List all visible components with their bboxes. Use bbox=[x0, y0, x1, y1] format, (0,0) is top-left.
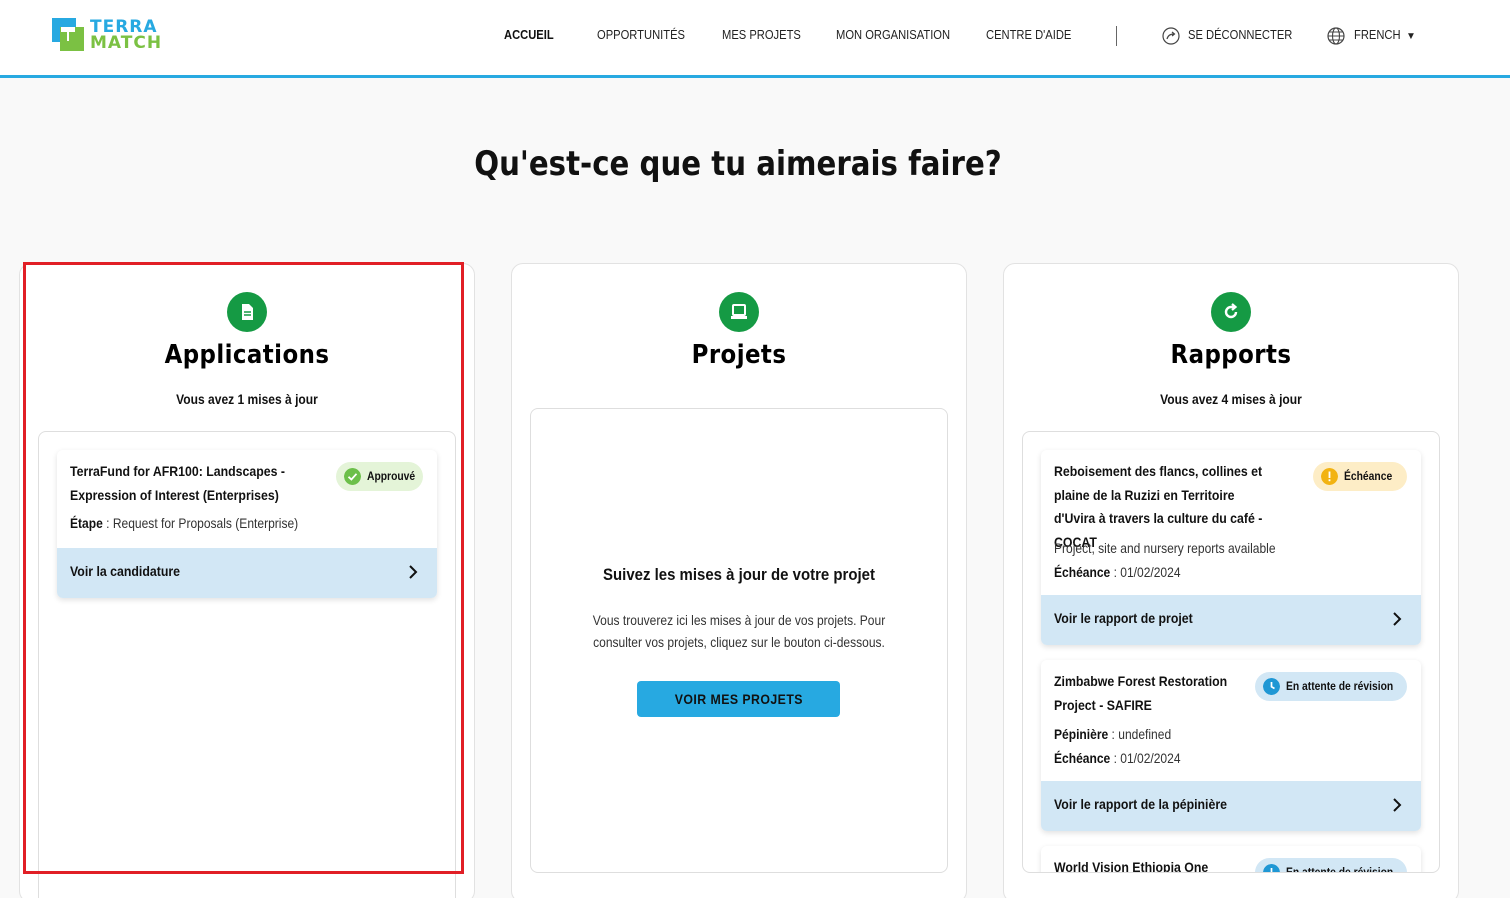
reports-title: Rapports bbox=[1170, 340, 1292, 370]
status-badge: En attente de révision bbox=[1255, 858, 1407, 873]
chevron-right-icon bbox=[409, 565, 418, 579]
due-value: 01/02/2024 bbox=[1120, 564, 1181, 580]
status-badge: Approuvé bbox=[335, 462, 423, 491]
clock-icon bbox=[1263, 864, 1280, 872]
status-badge: En attente de révision bbox=[1255, 672, 1407, 701]
projects-title: Projets bbox=[691, 340, 787, 370]
view-my-projects-button[interactable]: VOIR MES PROJETS bbox=[637, 681, 840, 717]
view-application-button[interactable]: Voir la candidature bbox=[57, 548, 437, 598]
nav-my-projects[interactable]: MES PROJETS bbox=[722, 27, 801, 42]
globe-icon[interactable] bbox=[1327, 27, 1345, 45]
check-circle-icon bbox=[343, 468, 361, 485]
reports-list: Reboisement des flancs, collines et plai… bbox=[1022, 431, 1440, 873]
report-item: Reboisement des flancs, collines et plai… bbox=[1041, 450, 1421, 645]
view-application-label: Voir la candidature bbox=[70, 563, 180, 579]
view-my-projects-label: VOIR MES PROJETS bbox=[674, 691, 803, 707]
stage-label: Étape bbox=[70, 515, 103, 531]
projects-box-title: Suivez les mises à jour de votre projet bbox=[603, 565, 875, 584]
status-badge: Échéance bbox=[1313, 462, 1407, 491]
status-badge-label: Échéance bbox=[1344, 469, 1393, 483]
report-description: Project, site and nursery reports availa… bbox=[1054, 540, 1276, 556]
projects-box-text: Vous trouverez ici les mises à jour de v… bbox=[592, 612, 886, 650]
reports-card: Rapports Vous avez 4 mises à jour Rebois… bbox=[1003, 263, 1459, 898]
top-header: TERRA MATCH ACCUEIL OPPORTUNITÉS MES PRO… bbox=[0, 0, 1510, 78]
report-due-date: Échéance : 01/02/2024 bbox=[1054, 564, 1181, 580]
stage-value: Request for Proposals (Enterprise) bbox=[112, 515, 299, 531]
chevron-right-icon bbox=[1393, 798, 1402, 812]
chevron-right-icon bbox=[1393, 612, 1402, 626]
chevron-down-icon[interactable]: ▼ bbox=[1406, 31, 1416, 42]
status-badge-label: En attente de révision bbox=[1286, 679, 1394, 693]
nav-home[interactable]: ACCUEIL bbox=[504, 27, 554, 42]
application-item: TerraFund for AFR100: Landscapes - Expre… bbox=[57, 450, 437, 598]
applications-card: Applications Vous avez 1 mises à jour Te… bbox=[19, 263, 475, 898]
report-due-date: Échéance : 01/02/2024 bbox=[1054, 750, 1181, 766]
language-select[interactable]: FRENCH bbox=[1354, 27, 1401, 42]
view-project-report-label: Voir le rapport de projet bbox=[1054, 610, 1193, 626]
nursery-value: undefined bbox=[1118, 726, 1172, 742]
view-project-report-button[interactable]: Voir le rapport de projet bbox=[1041, 595, 1421, 645]
logout-icon[interactable] bbox=[1162, 27, 1180, 45]
view-nursery-report-button[interactable]: Voir le rapport de la pépinière bbox=[1041, 781, 1421, 831]
status-badge-label: En attente de révision bbox=[1286, 865, 1394, 873]
document-icon bbox=[227, 292, 267, 332]
page-title: Qu'est-ce que tu aimerais faire? bbox=[474, 144, 1002, 184]
report-title: World Vision Ethiopia One Tree bbox=[1054, 859, 1209, 873]
clock-icon bbox=[1263, 678, 1280, 695]
due-label: Échéance bbox=[1054, 750, 1111, 766]
nav-logout[interactable]: SE DÉCONNECTER bbox=[1188, 27, 1292, 42]
view-nursery-report-label: Voir le rapport de la pépinière bbox=[1054, 796, 1227, 812]
application-title: TerraFund for AFR100: Landscapes - Expre… bbox=[70, 463, 285, 503]
due-label: Échéance bbox=[1054, 564, 1111, 580]
report-item: World Vision Ethiopia One Tree En attent… bbox=[1041, 846, 1421, 873]
laptop-icon bbox=[719, 292, 759, 332]
status-badge-label: Approuvé bbox=[366, 469, 416, 483]
applications-updates-count: Vous avez 1 mises à jour bbox=[176, 391, 318, 407]
report-item: Zimbabwe Forest Restoration Project - SA… bbox=[1041, 660, 1421, 831]
report-nursery: Pépinière : undefined bbox=[1054, 726, 1172, 742]
projects-card: Projets Suivez les mises à jour de votre… bbox=[511, 263, 967, 898]
report-title: Zimbabwe Forest Restoration Project - SA… bbox=[1054, 673, 1228, 713]
main-nav: ACCUEIL OPPORTUNITÉS MES PROJETS MON ORG… bbox=[0, 24, 1510, 46]
warning-icon bbox=[1321, 468, 1338, 485]
application-stage: Étape : Request for Proposals (Enterpris… bbox=[70, 515, 299, 531]
reports-updates-count: Vous avez 4 mises à jour bbox=[1160, 391, 1302, 407]
due-value: 01/02/2024 bbox=[1120, 750, 1181, 766]
applications-list: TerraFund for AFR100: Landscapes - Expre… bbox=[38, 431, 456, 898]
refresh-icon bbox=[1211, 292, 1251, 332]
nav-divider bbox=[1116, 26, 1117, 46]
nav-opportunities[interactable]: OPPORTUNITÉS bbox=[597, 27, 685, 42]
applications-title: Applications bbox=[164, 340, 330, 370]
projects-info-box: Suivez les mises à jour de votre projet … bbox=[530, 408, 948, 873]
nursery-label: Pépinière bbox=[1054, 726, 1109, 742]
nav-my-organisation[interactable]: MON ORGANISATION bbox=[836, 27, 950, 42]
nav-help-center[interactable]: CENTRE D'AIDE bbox=[986, 27, 1071, 42]
